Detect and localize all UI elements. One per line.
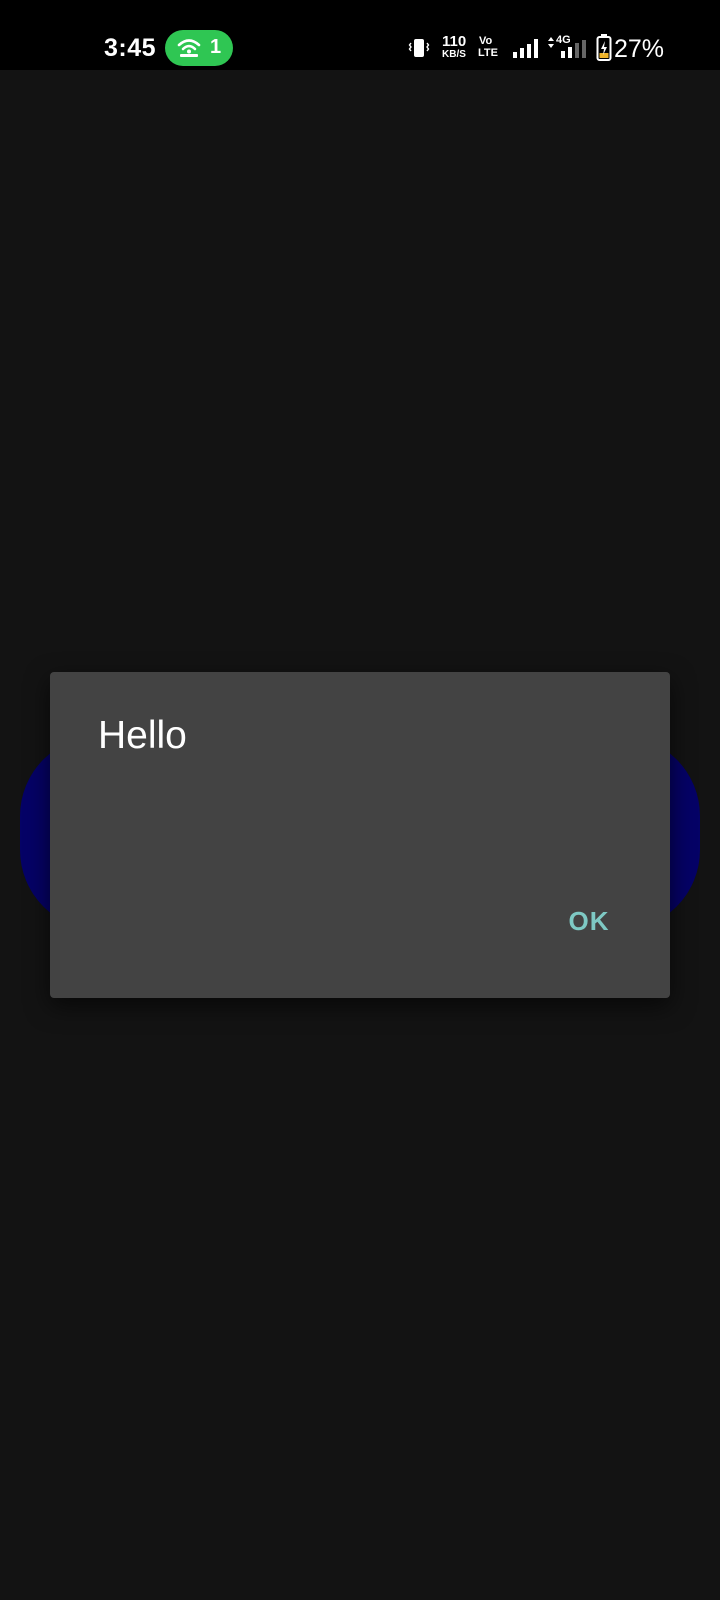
dialog-title: Hello	[98, 714, 187, 757]
hotspot-indicator[interactable]: 1	[165, 30, 233, 66]
network-speed-value: 110	[442, 33, 467, 50]
battery-charging-icon	[596, 34, 612, 61]
signal-4g-icon	[561, 40, 586, 58]
hotspot-icon	[177, 39, 201, 57]
hotspot-count: 1	[210, 36, 222, 58]
lte-label: LTE	[478, 47, 498, 59]
clock: 3:45	[104, 34, 157, 62]
signal-icon	[513, 39, 538, 58]
network-speed-unit: KB/S	[442, 49, 466, 60]
alert-dialog: Hello OK	[50, 672, 670, 998]
status-bar: 3:45 1 110 KB/S Vo LTE 4G 27%	[0, 0, 720, 70]
volte-label: Vo	[479, 35, 493, 47]
vibrate-icon	[408, 39, 430, 57]
ok-button[interactable]: OK	[536, 890, 642, 952]
battery-percent: 27%	[614, 35, 665, 63]
